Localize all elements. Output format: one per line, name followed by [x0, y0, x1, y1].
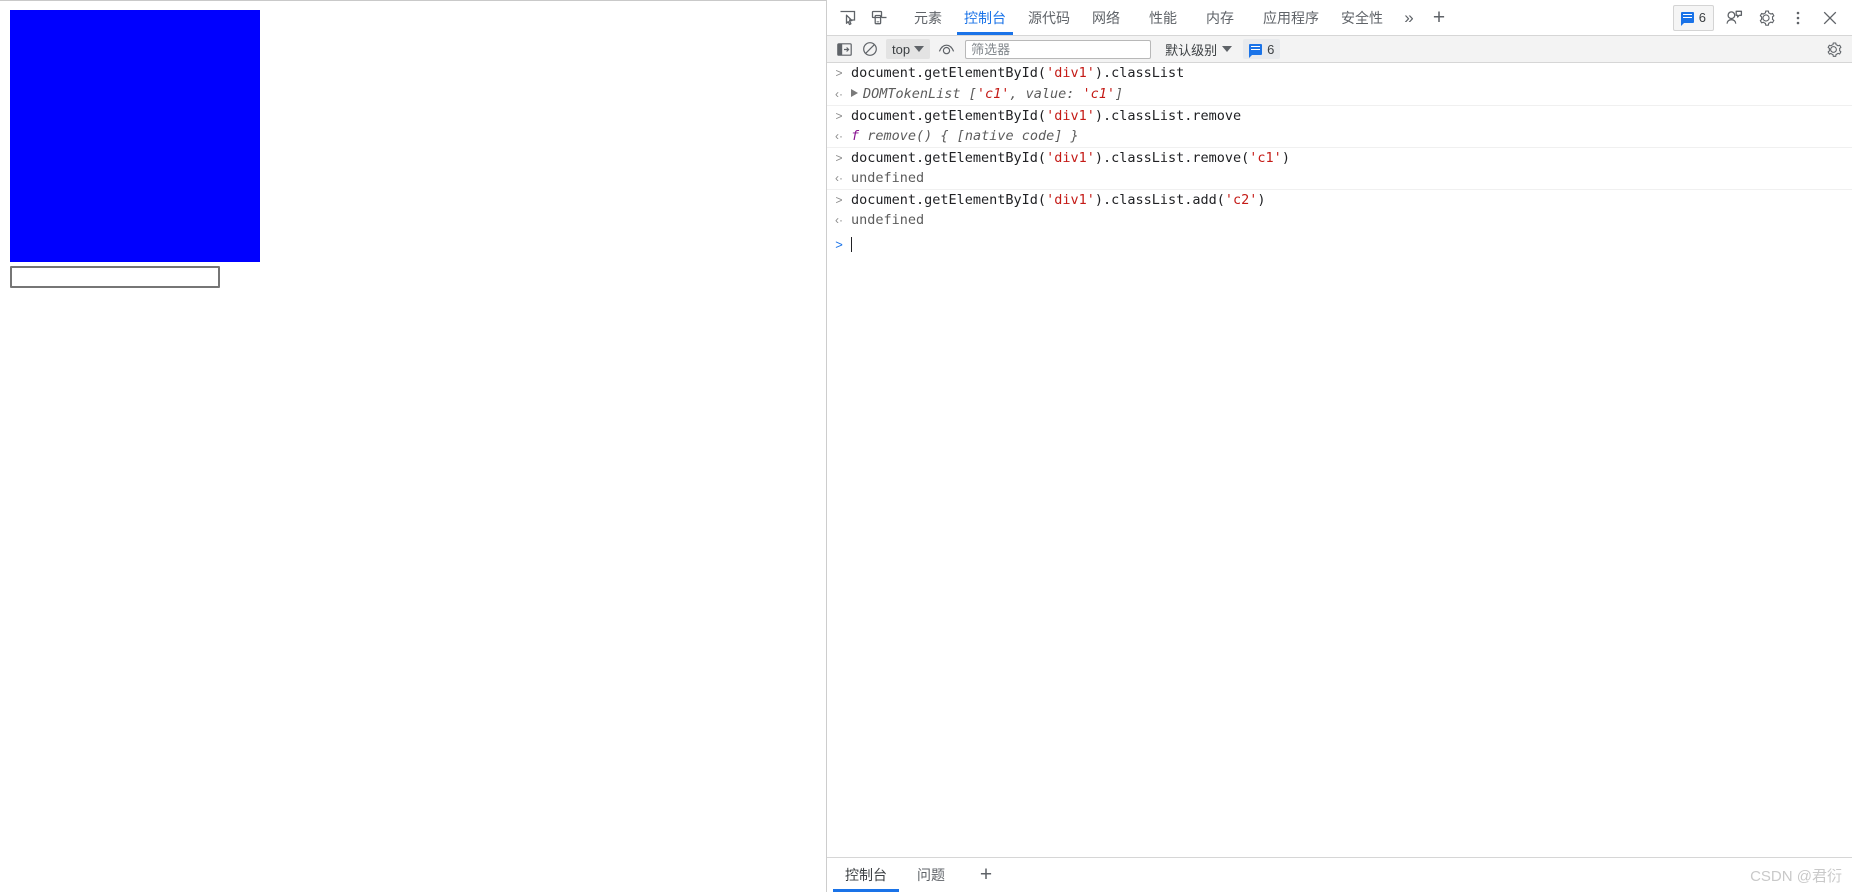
console-result-row[interactable]: ‹· f remove() { [native code] }	[827, 126, 1852, 147]
tab-memory[interactable]: 内存	[1195, 0, 1245, 35]
drawer-add-tab-icon[interactable]: +	[969, 858, 1003, 892]
inspect-element-icon[interactable]	[831, 0, 863, 35]
tab-label: 应用程序	[1263, 9, 1319, 26]
more-tabs-icon[interactable]: »	[1394, 0, 1424, 35]
command-gutter-icon: >	[835, 109, 843, 123]
page-text-input[interactable]	[10, 266, 220, 288]
result-gutter-icon: ‹·	[835, 87, 843, 101]
console-result-row[interactable]: ‹· DOMTokenList ['c1', value: 'c1']	[827, 84, 1852, 105]
console-command-row[interactable]: > document.getElementById('div1').classL…	[827, 105, 1852, 126]
overflow-glyph: »	[1404, 7, 1414, 27]
console-prompt-row[interactable]: >	[827, 231, 1852, 255]
console-issues-count: 6	[1267, 41, 1275, 57]
add-glyph: +	[979, 863, 993, 886]
eye-icon[interactable]	[933, 38, 959, 60]
result-text: DOMTokenList ['c1', value: 'c1']	[851, 86, 1123, 103]
more-vertical-icon[interactable]	[1782, 0, 1814, 35]
tab-label: 网络	[1092, 9, 1120, 26]
watermark-text: CSDN @君衍	[1750, 867, 1842, 885]
devtools-drawer-tabbar: 控制台 问题 + CSDN @君衍	[827, 857, 1852, 892]
tab-label: 元素	[914, 9, 942, 26]
console-command-row[interactable]: > document.getElementById('div1').classL…	[827, 63, 1852, 84]
command-text: document.getElementById('div1').classLis…	[851, 108, 1242, 124]
devtools-tabbar: 元素 控制台 源代码 网络 性能 内存 应用程序 安全性 » + 6	[827, 0, 1852, 36]
tab-performance[interactable]: 性能	[1138, 0, 1188, 35]
tab-elements[interactable]: 元素	[903, 0, 953, 35]
console-result-row[interactable]: ‹· undefined	[827, 168, 1852, 189]
tab-security[interactable]: 安全性	[1330, 0, 1394, 35]
tabbar-spacer	[1454, 0, 1673, 35]
command-text: document.getElementById('div1').classLis…	[851, 192, 1266, 208]
drawer-tab-label: 问题	[917, 867, 945, 883]
viewport-top-border	[0, 0, 826, 1]
drawer-spacer	[1003, 858, 1750, 892]
tab-console[interactable]: 控制台	[953, 0, 1017, 35]
console-log-area[interactable]: > document.getElementById('div1').classL…	[827, 63, 1852, 857]
tab-label: 源代码	[1028, 9, 1070, 26]
tab-label: 安全性	[1341, 9, 1383, 26]
screen-root: 元素 控制台 源代码 网络 性能 内存 应用程序 安全性 » + 6 top 筛…	[0, 0, 1852, 892]
devtools-panel: 元素 控制台 源代码 网络 性能 内存 应用程序 安全性 » + 6 top 筛…	[826, 0, 1852, 892]
console-sidebar-icon[interactable]	[831, 38, 857, 60]
context-label: top	[892, 41, 911, 57]
result-gutter-icon: ‹·	[835, 171, 843, 185]
drawer-tab-console[interactable]: 控制台	[833, 858, 899, 892]
chevron-down-icon	[1222, 46, 1233, 52]
console-filter-input[interactable]	[965, 39, 1152, 59]
clear-console-icon[interactable]	[857, 38, 883, 60]
page-viewport	[0, 0, 826, 892]
command-gutter-icon: >	[835, 66, 843, 80]
issues-badge-count: 6	[1698, 10, 1706, 25]
tab-label: 性能	[1149, 9, 1177, 26]
tab-application[interactable]: 应用程序	[1252, 0, 1330, 35]
result-gutter-icon: ‹·	[835, 129, 843, 143]
console-filter-toolbar: top 默认级别 6	[827, 36, 1852, 63]
command-gutter-icon: >	[835, 193, 843, 207]
tab-label: 内存	[1206, 9, 1234, 26]
execution-context-selector[interactable]: top	[886, 39, 931, 59]
result-gutter-icon: ‹·	[835, 213, 843, 227]
prompt-caret-icon: >	[835, 237, 843, 252]
add-glyph: +	[1432, 5, 1446, 29]
tab-network[interactable]: 网络	[1081, 0, 1131, 35]
tab-label: 控制台	[964, 9, 1006, 26]
blue-div-element[interactable]	[10, 10, 260, 262]
feedback-icon[interactable]	[1718, 0, 1750, 35]
result-text: undefined	[851, 212, 925, 228]
text-cursor	[851, 237, 852, 252]
console-issues-badge[interactable]: 6	[1243, 39, 1281, 59]
issues-badge-button[interactable]: 6	[1672, 4, 1714, 31]
close-icon[interactable]	[1814, 0, 1846, 35]
issues-message-icon	[1249, 43, 1263, 58]
drawer-tab-label: 控制台	[845, 867, 887, 883]
device-toolbar-icon[interactable]	[863, 0, 895, 35]
console-command-row[interactable]: > document.getElementById('div1').classL…	[827, 189, 1852, 210]
expand-triangle-icon[interactable]	[851, 89, 858, 97]
command-text: document.getElementById('div1').classLis…	[851, 65, 1185, 81]
console-result-row[interactable]: ‹· undefined	[827, 210, 1852, 231]
gear-icon[interactable]	[1750, 0, 1782, 35]
chevron-down-icon	[914, 46, 925, 52]
tab-sources[interactable]: 源代码	[1017, 0, 1081, 35]
result-text: f remove() { [native code] }	[851, 128, 1079, 144]
console-command-row[interactable]: > document.getElementById('div1').classL…	[827, 147, 1852, 168]
issues-message-icon	[1680, 12, 1694, 26]
result-text: undefined	[851, 170, 925, 186]
log-level-selector[interactable]: 默认级别	[1165, 40, 1233, 59]
log-level-label: 默认级别	[1165, 42, 1218, 58]
gear-icon[interactable]	[1820, 38, 1846, 60]
command-text: document.getElementById('div1').classLis…	[851, 150, 1290, 166]
drawer-tab-issues[interactable]: 问题	[905, 858, 957, 892]
command-gutter-icon: >	[835, 151, 843, 165]
add-panel-icon[interactable]: +	[1424, 0, 1454, 35]
